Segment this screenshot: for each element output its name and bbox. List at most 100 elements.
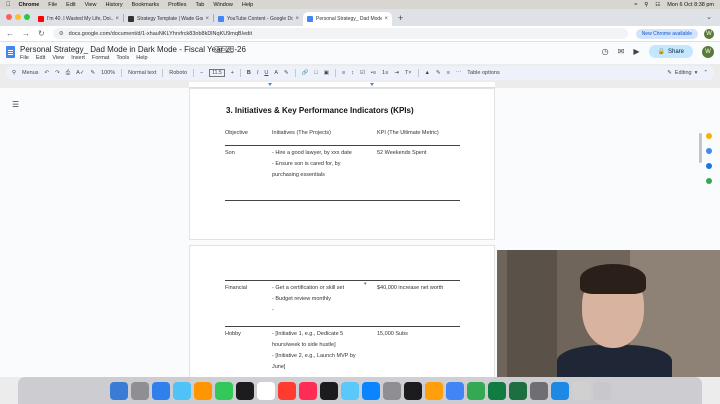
clock[interactable]: Mon 6 Oct 8:38 pm xyxy=(667,2,714,8)
spellcheck-icon[interactable]: A✓ xyxy=(76,70,84,76)
dock-app-icon[interactable] xyxy=(277,381,296,400)
browser-tab[interactable]: Strategy Template | Wade Gor... × xyxy=(124,12,213,26)
profile-avatar[interactable]: W xyxy=(704,28,714,39)
dock-app-icon[interactable] xyxy=(256,381,275,400)
table-cell-initiatives[interactable]: - [Initiative 1, e.g., Dedicate 5 xyxy=(272,329,343,340)
docs-menu-edit[interactable]: Edit xyxy=(36,55,45,61)
border-width-icon[interactable]: ≡ xyxy=(447,70,450,76)
menu-view[interactable]: View xyxy=(85,2,97,8)
line-spacing-icon[interactable]: ↕ xyxy=(351,70,354,76)
border-color-icon[interactable]: ✎ xyxy=(436,70,441,76)
account-avatar[interactable]: W xyxy=(702,45,714,58)
undo-icon[interactable]: ↶ xyxy=(45,70,50,76)
add-comment-icon[interactable]: □ xyxy=(314,70,317,76)
table-cell-initiatives[interactable]: - [Initiative 2, e.g., Launch MVP by xyxy=(272,351,356,362)
forward-arrow-icon[interactable]: → xyxy=(22,29,30,38)
print-icon[interactable]: ⎙ xyxy=(66,70,70,77)
table-cell-objective[interactable]: Son xyxy=(225,148,235,159)
dock-app-icon[interactable] xyxy=(466,381,485,400)
border-style-icon[interactable]: ⋯ xyxy=(456,70,462,76)
reload-icon[interactable]: ↻ xyxy=(38,29,45,38)
editing-mode-select[interactable]: ✎ Editing ▾ xyxy=(667,70,697,76)
docs-menu-tools[interactable]: Tools xyxy=(116,55,129,61)
menu-tab[interactable]: Tab xyxy=(195,2,204,8)
control-center-icon[interactable]: ☷ xyxy=(655,2,660,8)
underline-icon[interactable]: U xyxy=(264,70,268,76)
font-size-field[interactable]: 11.5 xyxy=(209,69,225,77)
dock-app-icon[interactable] xyxy=(340,381,359,400)
text-color-icon[interactable]: A xyxy=(274,70,278,76)
dock-app-icon[interactable] xyxy=(571,381,590,400)
close-tab-icon[interactable]: × xyxy=(295,16,299,22)
table-cell-objective[interactable]: Financial xyxy=(225,283,247,294)
dock-app-icon[interactable] xyxy=(382,381,401,400)
dock-app-icon[interactable] xyxy=(319,381,338,400)
link-icon[interactable]: 🔗 xyxy=(302,70,309,76)
comment-icon[interactable]: ✉ xyxy=(618,47,625,56)
dock-app-icon[interactable] xyxy=(235,381,254,400)
dock-app-icon[interactable] xyxy=(445,381,464,400)
table-cell-initiatives[interactable]: - Hire a good lawyer, by xxx date xyxy=(272,148,352,159)
table-cell-initiatives[interactable]: June] xyxy=(272,362,285,373)
clear-format-icon[interactable]: T× xyxy=(405,70,412,76)
italic-icon[interactable]: I xyxy=(257,70,259,76)
font-select[interactable]: Roboto xyxy=(169,70,187,76)
tasks-icon[interactable] xyxy=(706,148,712,154)
maps-icon[interactable] xyxy=(706,178,712,184)
dock-app-icon[interactable] xyxy=(592,381,611,400)
docs-menu-file[interactable]: File xyxy=(20,55,29,61)
table-options-button[interactable]: Table options xyxy=(467,70,499,76)
table-cell-objective[interactable]: Hobby xyxy=(225,329,241,340)
dock-app-icon[interactable] xyxy=(550,381,569,400)
section-heading[interactable]: 3. Initiatives & Key Performance Indicat… xyxy=(226,106,414,115)
document-page[interactable]: 3. Initiatives & Key Performance Indicat… xyxy=(189,88,495,240)
bold-icon[interactable]: B xyxy=(247,70,251,76)
docs-menu-format[interactable]: Format xyxy=(92,55,109,61)
dock-app-icon[interactable] xyxy=(424,381,443,400)
document-page[interactable]: ▾ Financial - Get a certification or ski… xyxy=(189,245,495,385)
menu-file[interactable]: File xyxy=(48,2,57,8)
dock-app-icon[interactable] xyxy=(508,381,527,400)
new-tab-icon[interactable]: + xyxy=(398,13,403,23)
dock-app-icon[interactable] xyxy=(130,381,149,400)
menu-edit[interactable]: Edit xyxy=(66,2,75,8)
table-cell-kpi[interactable]: 15,000 Subs xyxy=(377,329,408,340)
dock-app-icon[interactable] xyxy=(403,381,422,400)
menu-app-name[interactable]: Chrome xyxy=(19,2,40,8)
apple-icon[interactable]:  xyxy=(6,2,11,8)
browser-tab[interactable]: I'm 40. I Wasted My Life, Doi... × xyxy=(34,12,123,26)
table-header-objective[interactable]: Objective xyxy=(225,130,248,136)
zoom-select[interactable]: 100% xyxy=(101,70,115,76)
indent-marker-icon[interactable] xyxy=(370,83,374,86)
increase-font-icon[interactable]: + xyxy=(231,70,234,76)
paint-format-icon[interactable]: ✎ xyxy=(90,70,95,76)
table-header-kpi[interactable]: KPI (The Ultimate Metric) xyxy=(377,130,439,136)
redo-icon[interactable]: ↷ xyxy=(55,70,60,76)
decrease-font-icon[interactable]: − xyxy=(200,70,203,76)
cell-menu-chevron-icon[interactable]: ▾ xyxy=(364,281,367,287)
docs-menu-insert[interactable]: Insert xyxy=(71,55,85,61)
video-call-icon[interactable]: ▶ xyxy=(633,47,639,56)
site-info-icon[interactable]: ⚙ xyxy=(59,31,64,37)
search-menus-icon[interactable]: ⚲ xyxy=(12,70,16,76)
table-cell-kpi[interactable]: 52 Weekends Spent xyxy=(377,148,426,159)
table-cell-initiatives[interactable]: - xyxy=(272,305,274,316)
close-window-icon[interactable] xyxy=(6,14,12,20)
dock-app-icon[interactable] xyxy=(529,381,548,400)
table-cell-initiatives[interactable]: - Ensure son is cared for, by xyxy=(272,159,340,170)
new-chrome-available-button[interactable]: New Chrome available xyxy=(635,28,698,39)
back-arrow-icon[interactable]: ← xyxy=(6,29,14,38)
browser-tab-active[interactable]: Personal Strategy_ Dad Mode... × xyxy=(303,12,392,26)
minimize-window-icon[interactable] xyxy=(15,14,21,20)
contacts-icon[interactable] xyxy=(706,163,712,169)
dock-app-icon[interactable] xyxy=(361,381,380,400)
indent-icon[interactable]: ⇥ xyxy=(394,70,399,76)
highlight-icon[interactable]: ✎ xyxy=(284,70,289,76)
google-docs-logo-icon[interactable] xyxy=(6,46,15,58)
docs-menu-view[interactable]: View xyxy=(52,55,64,61)
zoom-window-icon[interactable] xyxy=(24,14,30,20)
table-cell-initiatives[interactable]: - Budget review monthly xyxy=(272,294,331,305)
url-field[interactable]: ⚙ docs.google.com/document/d/1-xhauNKLYh… xyxy=(52,28,628,39)
history-icon[interactable]: ◷ xyxy=(602,47,609,56)
keep-icon[interactable] xyxy=(706,133,712,139)
